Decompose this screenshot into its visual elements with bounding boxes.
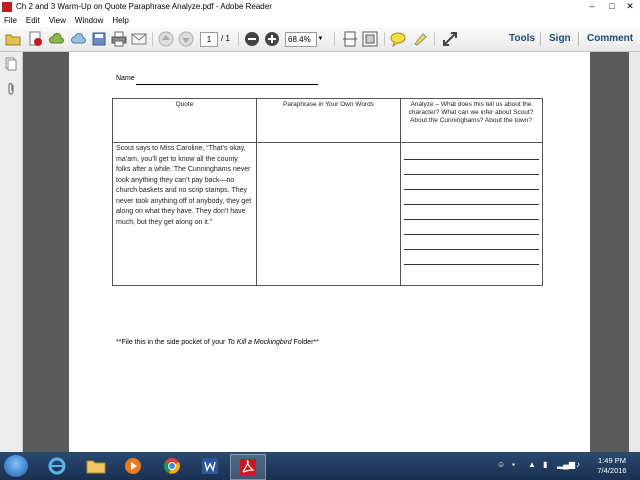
answer-line xyxy=(404,159,539,160)
toolbar-separator xyxy=(334,32,335,46)
answer-line xyxy=(404,204,539,205)
navigation-panel xyxy=(0,52,23,452)
save-icon[interactable] xyxy=(91,31,107,47)
footnote: **File this in the side pocket of your T… xyxy=(116,339,319,346)
expand-icon[interactable] xyxy=(442,31,458,47)
close-button[interactable]: ✕ xyxy=(620,0,640,14)
header-paraphrase: Paraphrase in Your Own Words xyxy=(283,101,374,108)
maximize-button[interactable]: □ xyxy=(602,0,622,14)
toolbar-separator xyxy=(152,32,153,46)
menu-help[interactable]: Help xyxy=(112,16,128,25)
taskbar-adobe-reader[interactable] xyxy=(230,454,266,480)
word-icon xyxy=(202,458,218,474)
fit-width-icon[interactable] xyxy=(342,31,358,47)
toolbar-separator xyxy=(238,32,239,46)
tray-show-hidden-icon[interactable]: ▲ xyxy=(528,460,536,469)
zoom-input[interactable]: 68.4% xyxy=(285,32,317,47)
zoom-in-icon[interactable] xyxy=(264,31,280,47)
media-player-icon xyxy=(125,458,141,474)
page-number-input[interactable]: 1 xyxy=(200,32,218,47)
create-pdf-icon[interactable] xyxy=(27,31,43,47)
tray-people-icon[interactable]: ☺ xyxy=(497,460,505,469)
adobe-reader-icon xyxy=(2,2,12,12)
tools-button[interactable]: Tools xyxy=(509,32,535,46)
cloud-upload-icon[interactable] xyxy=(49,31,65,47)
taskbar-internet-explorer[interactable] xyxy=(40,454,74,478)
taskbar: ☺ ▪ ▲ ▮ ▂▄▆ ♪ 1:49 PM 7/4/2016 xyxy=(0,452,640,480)
taskbar-file-explorer[interactable] xyxy=(79,454,113,478)
toolbar: 1 / 1 68.4% ▼ Tools Sign Comment xyxy=(0,27,640,52)
page-thumbnails-icon[interactable] xyxy=(5,57,17,71)
toolbar-separator xyxy=(578,32,579,46)
answer-line xyxy=(404,234,539,235)
clock-date: 7/4/2016 xyxy=(597,466,627,475)
start-button[interactable] xyxy=(4,455,28,477)
window-title: Ch 2 and 3 Warm-Up on Quote Paraphrase A… xyxy=(16,2,272,11)
title-bar: Ch 2 and 3 Warm-Up on Quote Paraphrase A… xyxy=(0,0,640,14)
menu-window[interactable]: Window xyxy=(75,16,103,25)
comment-button[interactable]: Comment xyxy=(587,32,633,46)
open-icon[interactable] xyxy=(5,31,21,47)
taskbar-chrome[interactable] xyxy=(155,454,189,478)
worksheet-table: Quote Paraphrase in Your Own Words Analy… xyxy=(112,98,543,286)
previous-page-icon[interactable] xyxy=(158,31,174,47)
email-icon[interactable] xyxy=(131,31,147,47)
name-line xyxy=(136,84,318,85)
folder-icon xyxy=(86,460,106,474)
fit-page-icon[interactable] xyxy=(362,31,378,47)
column-divider xyxy=(256,99,257,285)
zoom-dropdown[interactable]: ▼ xyxy=(316,32,325,46)
footnote-prefix: **File this in the side pocket of your xyxy=(116,339,228,346)
pdf-page: Name Quote Paraphrase in Your Own Words … xyxy=(69,52,590,452)
tray-network-icon[interactable]: ▂▄▆ xyxy=(557,460,575,469)
footnote-suffix: Folder** xyxy=(291,339,319,346)
footnote-book-title: To Kill a Mockingbird xyxy=(227,339,292,346)
menu-edit[interactable]: Edit xyxy=(26,16,40,25)
page-total: / 1 xyxy=(221,34,230,43)
answer-line xyxy=(404,219,539,220)
share-icon[interactable] xyxy=(71,31,87,47)
toolbar-separator xyxy=(434,32,435,46)
clock-time: 1:49 PM xyxy=(598,456,626,465)
header-analyze: Analyze – What does this tell us about t… xyxy=(408,101,534,124)
next-page-icon[interactable] xyxy=(178,31,194,47)
minimize-button[interactable]: – xyxy=(582,0,602,14)
adobe-reader-icon xyxy=(240,459,256,475)
chrome-icon xyxy=(164,458,180,474)
answer-line xyxy=(404,189,539,190)
toolbar-separator xyxy=(540,32,541,46)
answer-line xyxy=(404,174,539,175)
internet-explorer-icon xyxy=(48,457,66,475)
vertical-scrollbar[interactable] xyxy=(629,52,640,452)
column-divider xyxy=(400,99,401,285)
zoom-out-icon[interactable] xyxy=(244,31,260,47)
tray-battery-icon[interactable]: ▮ xyxy=(543,460,547,469)
taskbar-clock[interactable]: 1:49 PM 7/4/2016 xyxy=(592,456,632,476)
tray-notification-icon[interactable]: ▪ xyxy=(512,460,515,469)
tray-volume-icon[interactable]: ♪ xyxy=(576,460,580,469)
answer-line xyxy=(404,264,539,265)
header-divider xyxy=(113,142,542,143)
sign-button[interactable]: Sign xyxy=(549,32,571,46)
menu-view[interactable]: View xyxy=(49,16,66,25)
sticky-note-icon[interactable] xyxy=(390,31,406,47)
answer-line xyxy=(404,249,539,250)
menu-bar: File Edit View Window Help xyxy=(0,14,640,27)
toolbar-separator xyxy=(384,32,385,46)
highlight-icon[interactable] xyxy=(412,31,428,47)
print-icon[interactable] xyxy=(111,31,127,47)
menu-file[interactable]: File xyxy=(4,16,17,25)
attachments-icon[interactable] xyxy=(5,82,17,96)
header-quote: Quote xyxy=(175,101,194,108)
taskbar-word[interactable] xyxy=(193,454,227,478)
quote-text: Scout says to Miss Caroline, “That’s oka… xyxy=(116,145,252,226)
taskbar-media-player[interactable] xyxy=(116,454,150,478)
name-label: Name xyxy=(116,75,135,82)
